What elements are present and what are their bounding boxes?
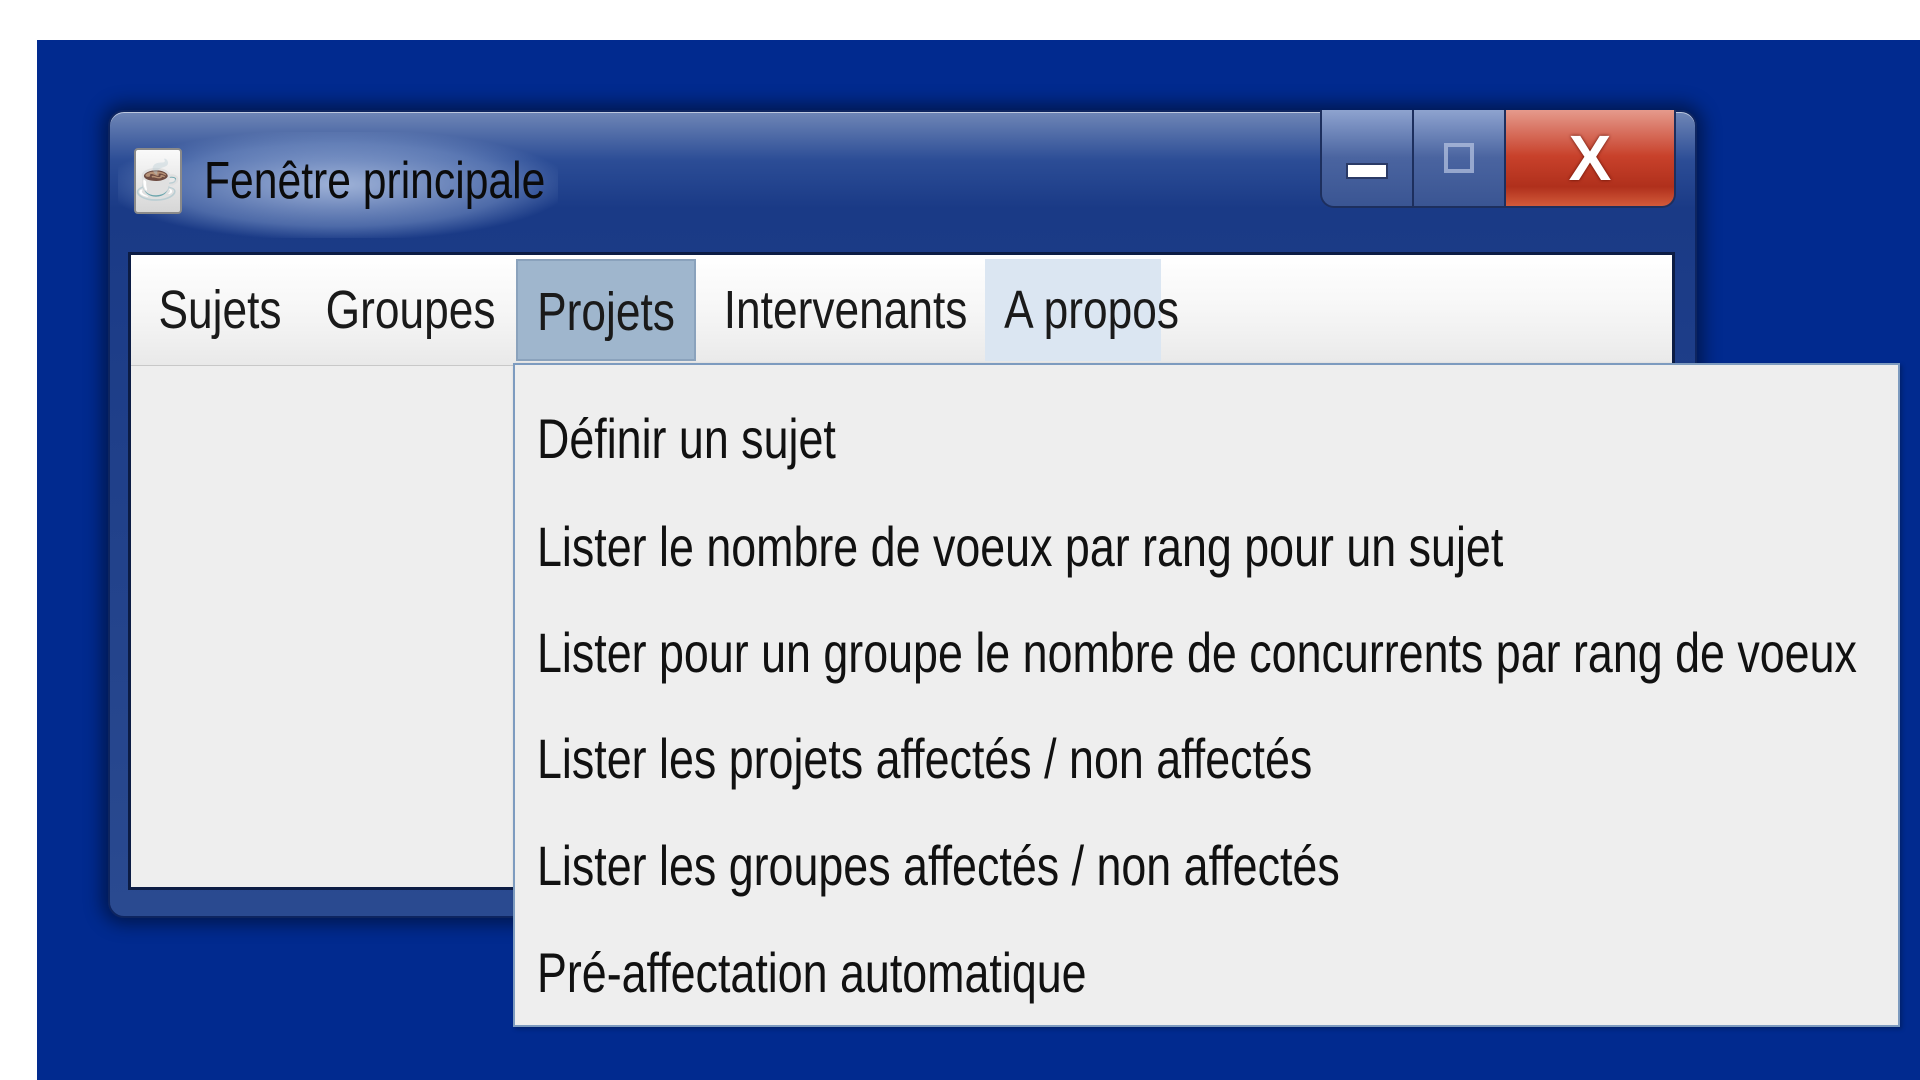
menu-item-lister-voeux-par-rang[interactable]: Lister le nombre de voeux par rang pour … — [537, 493, 1745, 601]
close-icon: X — [1568, 122, 1612, 194]
title-bar[interactable]: ☕ Fenêtre principale X — [110, 110, 1695, 248]
menu-a-propos[interactable]: A propos — [985, 259, 1179, 361]
menu-item-definir-sujet[interactable]: Définir un sujet — [537, 385, 911, 493]
menu-item-pre-affectation[interactable]: Pré-affectation automatique — [537, 919, 1224, 1027]
menu-item-lister-projets-affectes[interactable]: Lister les projets affectés / non affect… — [537, 705, 1506, 813]
java-icon[interactable]: ☕ — [134, 148, 182, 214]
menu-item-lister-groupes-affectes[interactable]: Lister les groupes affectés / non affect… — [537, 812, 1540, 920]
window-title: Fenêtre principale — [204, 152, 546, 210]
menu-item-lister-concurrents[interactable]: Lister pour un groupe le nombre de concu… — [537, 599, 1920, 707]
menu-bar: Sujets Groupes Projets Intervenants A pr… — [131, 255, 1672, 366]
minimize-button[interactable] — [1322, 110, 1414, 206]
menu-groupes[interactable]: Groupes — [307, 259, 497, 361]
close-button[interactable]: X — [1506, 110, 1674, 206]
projets-dropdown-menu: Définir un sujet Lister le nombre de voe… — [513, 363, 1900, 1027]
menu-sujets[interactable]: Sujets — [145, 259, 287, 361]
maximize-icon — [1444, 143, 1474, 173]
maximize-button[interactable] — [1414, 110, 1506, 206]
menu-projets[interactable]: Projets — [516, 259, 696, 361]
menu-intervenants[interactable]: Intervenants — [697, 259, 971, 361]
caption-buttons: X — [1320, 110, 1676, 208]
minimize-icon — [1346, 163, 1388, 179]
